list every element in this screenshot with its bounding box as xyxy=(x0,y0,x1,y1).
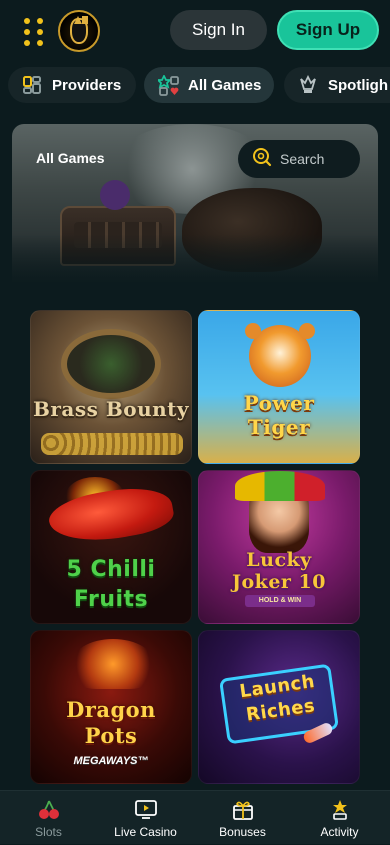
tv-icon xyxy=(134,799,158,821)
dot xyxy=(37,18,43,24)
nav-activity[interactable]: Activity xyxy=(291,791,388,845)
games-banner: All Games xyxy=(12,124,378,284)
grid-dots-icon[interactable] xyxy=(18,18,46,46)
bottom-nav: Slots Live Casino Bonuses Activity xyxy=(0,790,390,844)
title-line: Fruits xyxy=(73,587,149,612)
sign-up-button[interactable]: Sign Up xyxy=(277,10,379,50)
game-title: Brass Bounty xyxy=(32,397,190,421)
title-line: Dragon xyxy=(66,697,156,722)
game-art xyxy=(71,639,155,689)
game-card-launch-to-riches[interactable]: Launch Riches xyxy=(198,630,360,784)
game-art xyxy=(245,323,311,387)
dot xyxy=(37,29,43,35)
gift-icon xyxy=(231,799,255,821)
title-line: Lucky xyxy=(246,549,312,571)
star-trophy-icon xyxy=(328,799,352,821)
game-card-power-of-tiger[interactable]: Power Tiger xyxy=(198,310,360,464)
banner-fade xyxy=(12,234,378,284)
dot xyxy=(37,40,43,46)
sign-in-button[interactable]: Sign In xyxy=(170,10,267,50)
search-box[interactable] xyxy=(238,140,360,178)
search-icon xyxy=(252,147,272,172)
category-tabs: Providers All Games Spotligh xyxy=(0,62,390,110)
all-games-icon xyxy=(155,73,179,96)
nav-label: Live Casino xyxy=(114,825,177,839)
dot xyxy=(24,40,30,46)
game-title: Dragon Pots xyxy=(31,697,191,749)
game-title: 5 Chilli Fruits xyxy=(31,555,191,615)
tab-label: All Games xyxy=(188,76,262,94)
game-card-lucky-joker-10[interactable]: Lucky Joker 10 HOLD & WIN xyxy=(198,470,360,624)
dot xyxy=(24,18,30,24)
cherry-icon xyxy=(37,799,61,821)
title-line: 5 Chilli xyxy=(66,557,156,582)
game-badge: HOLD & WIN xyxy=(245,595,315,607)
tab-providers[interactable]: Providers xyxy=(8,67,136,103)
game-title: Lucky Joker 10 xyxy=(199,549,359,593)
tab-spotlight[interactable]: Spotligh xyxy=(284,67,390,103)
page-title: All Games xyxy=(36,150,105,166)
title-line: Joker 10 xyxy=(232,571,326,593)
nav-slots[interactable]: Slots xyxy=(0,791,97,845)
game-grid: Brass Bounty Power Tiger 5 Chilli Fruits… xyxy=(12,284,378,790)
title-line: Power xyxy=(243,391,315,415)
title-line: Tiger xyxy=(247,415,311,439)
nav-live-casino[interactable]: Live Casino xyxy=(97,791,194,845)
game-art xyxy=(235,471,325,501)
nav-label: Activity xyxy=(320,825,359,839)
tab-label: Spotligh xyxy=(328,76,388,94)
game-badge: MEGAWAYS™ xyxy=(73,755,149,767)
nav-label: Bonuses xyxy=(219,825,266,839)
game-art xyxy=(61,329,161,399)
title-line: Pots xyxy=(84,723,138,748)
game-card-dragon-pots[interactable]: Dragon Pots MEGAWAYS™ xyxy=(30,630,192,784)
spotlight-icon xyxy=(298,74,318,95)
search-input[interactable] xyxy=(280,151,350,167)
providers-icon xyxy=(22,75,42,95)
game-art xyxy=(41,433,183,455)
nav-label: Slots xyxy=(35,825,62,839)
game-card-5-chilli-fruits[interactable]: 5 Chilli Fruits xyxy=(30,470,192,624)
tab-label: Providers xyxy=(52,76,122,94)
top-bar: Sign In Sign Up xyxy=(0,0,390,62)
dot xyxy=(24,29,30,35)
brand-logo[interactable] xyxy=(58,10,100,52)
banner-art xyxy=(100,180,130,210)
tab-all-games[interactable]: All Games xyxy=(144,67,274,103)
game-title: Power Tiger xyxy=(199,391,359,439)
game-card-brass-bounty[interactable]: Brass Bounty xyxy=(30,310,192,464)
nav-bonuses[interactable]: Bonuses xyxy=(194,791,291,845)
